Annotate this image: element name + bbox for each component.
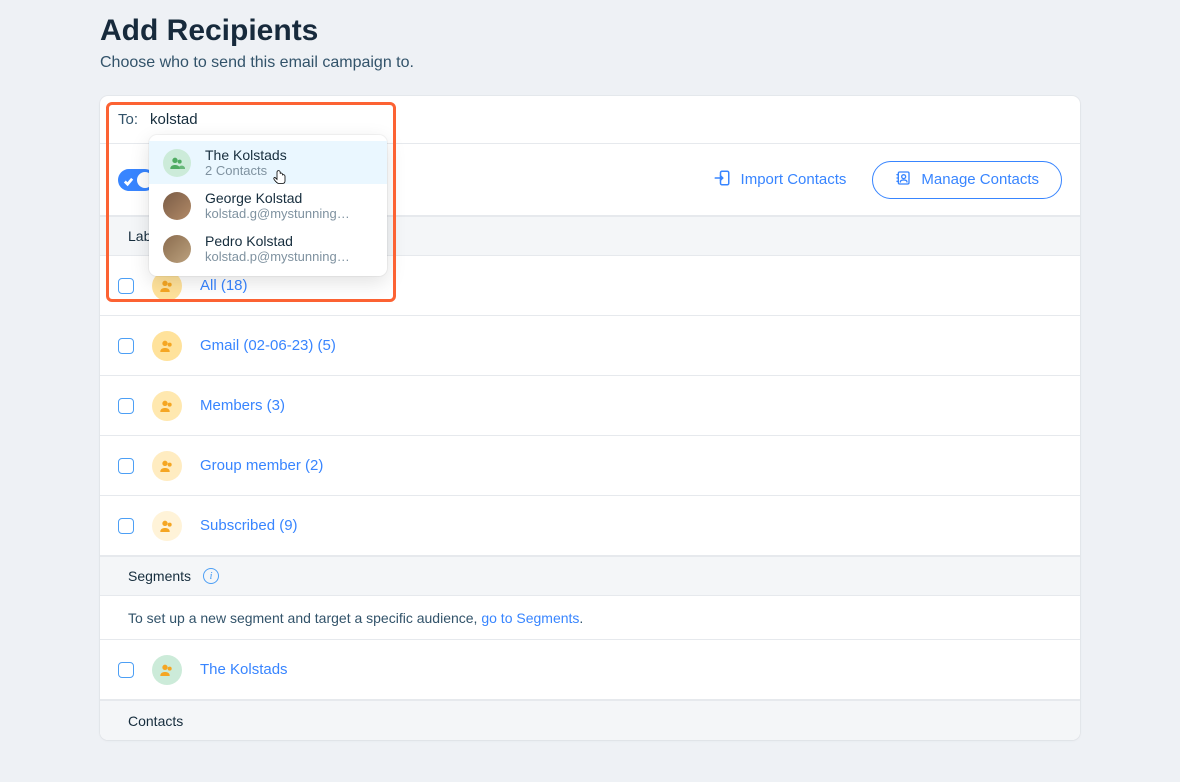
people-icon [152, 331, 182, 361]
group-icon [152, 655, 182, 685]
section-header-contacts: Contacts [100, 700, 1080, 740]
label-row[interactable]: Gmail (02-06-23) (5) [100, 316, 1080, 376]
autocomplete-item[interactable]: The Kolstads 2 Contacts [149, 141, 387, 184]
autocomplete-dropdown: The Kolstads 2 Contacts George Kolstad k… [149, 135, 387, 276]
to-label: To: [118, 111, 138, 128]
label-name[interactable]: All (18) [200, 277, 248, 294]
check-icon [123, 174, 134, 192]
contacts-icon [895, 170, 911, 190]
manage-contacts-label: Manage Contacts [921, 171, 1039, 188]
people-icon [152, 391, 182, 421]
manage-contacts-button[interactable]: Manage Contacts [872, 161, 1062, 199]
import-contacts-button[interactable]: Import Contacts [713, 169, 847, 191]
label-row[interactable]: Subscribed (9) [100, 496, 1080, 556]
checkbox[interactable] [118, 458, 134, 474]
people-icon [152, 451, 182, 481]
autocomplete-item-sub: 2 Contacts [205, 163, 373, 178]
autocomplete-item-sub: kolstad.p@mystunning… [205, 249, 373, 264]
checkbox[interactable] [118, 278, 134, 294]
recipients-panel: To: The Kolstads 2 Contacts [100, 96, 1080, 740]
autocomplete-item-title: Pedro Kolstad [205, 233, 373, 249]
segments-blurb-prefix: To set up a new segment and target a spe… [128, 610, 481, 626]
autocomplete-item-title: George Kolstad [205, 190, 373, 206]
label-name[interactable]: Group member (2) [200, 457, 323, 474]
autocomplete-item[interactable]: Pedro Kolstad kolstad.p@mystunning… [149, 227, 387, 270]
group-icon [163, 149, 191, 177]
import-icon [713, 169, 731, 191]
segment-row[interactable]: The Kolstads [100, 640, 1080, 700]
avatar [163, 235, 191, 263]
avatar [163, 192, 191, 220]
section-header-text: Segments [128, 568, 191, 584]
autocomplete-item[interactable]: George Kolstad kolstad.g@mystunning… [149, 184, 387, 227]
label-name[interactable]: Gmail (02-06-23) (5) [200, 337, 336, 354]
checkbox[interactable] [118, 338, 134, 354]
import-contacts-label: Import Contacts [741, 171, 847, 188]
info-icon[interactable]: i [203, 568, 219, 584]
label-name[interactable]: Members (3) [200, 397, 285, 414]
autocomplete-item-title: The Kolstads [205, 147, 373, 163]
checkbox[interactable] [118, 398, 134, 414]
label-row[interactable]: Members (3) [100, 376, 1080, 436]
label-name[interactable]: Subscribed (9) [200, 517, 298, 534]
go-to-segments-link[interactable]: go to Segments [481, 610, 579, 626]
people-icon [152, 511, 182, 541]
segment-name[interactable]: The Kolstads [200, 661, 288, 678]
page-subtitle: Choose who to send this email campaign t… [100, 54, 1080, 72]
checkbox[interactable] [118, 662, 134, 678]
page-title: Add Recipients [100, 14, 1080, 48]
section-header-text: Lab [128, 228, 151, 244]
autocomplete-item-sub: kolstad.g@mystunning… [205, 206, 373, 221]
checkbox[interactable] [118, 518, 134, 534]
segments-blurb-row: To set up a new segment and target a spe… [100, 596, 1080, 640]
section-header-segments: Segments i [100, 556, 1080, 596]
segments-blurb-suffix: . [579, 610, 583, 626]
label-row[interactable]: Group member (2) [100, 436, 1080, 496]
section-header-text: Contacts [128, 713, 183, 729]
